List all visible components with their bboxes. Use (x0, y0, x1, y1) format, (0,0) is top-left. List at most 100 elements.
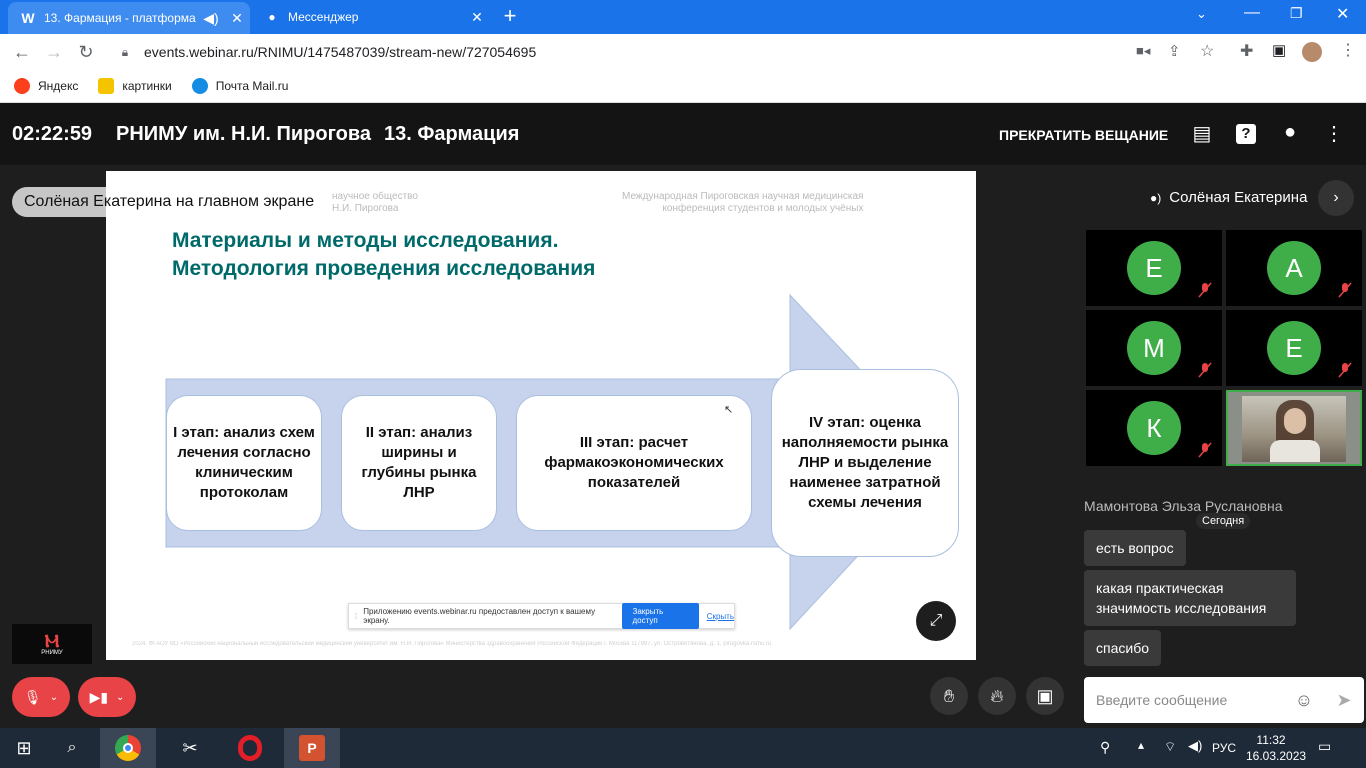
presentation-slide: научное общество Н.И. Пирогова Междунаро… (106, 171, 976, 660)
chat-message: есть вопрос (1084, 530, 1186, 566)
close-window-icon[interactable]: ✕ (1336, 4, 1349, 24)
presenter-icon: ●) (1150, 190, 1162, 205)
bookmarks-bar: Яндекс картинки Почта Mail.ru (0, 70, 1366, 103)
tab-title: Мессенджер (288, 10, 359, 24)
tab-messenger[interactable]: ● Мессенджер ✕ (252, 0, 490, 34)
bookmark-images[interactable]: картинки (98, 78, 172, 94)
tab-webinar[interactable]: W 13. Фармация - платформа ◀) ✕ (8, 2, 250, 34)
participants-icon[interactable]: ● (1276, 121, 1304, 149)
language-indicator[interactable]: РУС (1212, 741, 1236, 755)
powerpoint-logo-icon: P (299, 735, 325, 761)
layout-button[interactable]: ▣ (1026, 677, 1064, 715)
address-bar[interactable]: 🔒︎ events.webinar.ru/RNIMU/1475487039/st… (108, 38, 1162, 66)
hide-notice-link[interactable]: Скрыть (707, 612, 734, 621)
mic-off-icon (1198, 362, 1212, 378)
back-icon[interactable]: ← (6, 42, 38, 63)
tray-chevron-up-icon[interactable]: ▴ (1138, 738, 1144, 752)
windows-taskbar: ⊞ ⌕ ✂ P ⚲ ▴ ⌔ ◀) РУС 11:32 16.03.2023 ▭ (0, 728, 1366, 768)
drag-handle-icon[interactable]: ⁞ (355, 612, 357, 621)
avatar: Е (1127, 241, 1181, 295)
forward-icon[interactable]: → (38, 42, 70, 63)
powerpoint-icon[interactable]: P (284, 728, 340, 768)
search-icon[interactable]: ⌕ (48, 728, 96, 768)
participant-tile[interactable]: Е (1086, 230, 1222, 306)
logo-text: РНИМУ (41, 650, 63, 656)
chevron-down-icon: ⌄ (49, 691, 59, 703)
clock-date: 16.03.2023 (1246, 749, 1307, 763)
presenter-video-tile[interactable] (1226, 390, 1362, 466)
cursor-icon: ↖ (724, 404, 734, 416)
participant-tile[interactable]: Е (1226, 310, 1362, 386)
fullscreen-button[interactable]: ⤢ (916, 601, 956, 641)
bookmark-star-icon[interactable]: ☆ (1200, 41, 1214, 61)
participant-tile[interactable]: А (1226, 230, 1362, 306)
close-tab-icon[interactable]: ✕ (224, 10, 250, 27)
app-header: 02:22:59 РНИМУ им. Н.И. Пирогова 13. Фар… (0, 103, 1366, 165)
raise-hand-button[interactable]: ✋︎ (930, 677, 968, 715)
notifications-icon[interactable]: ▭ (1318, 738, 1331, 755)
speaker-mute-icon[interactable]: ◀) (198, 10, 224, 27)
broadcast-timer: 02:22:59 (12, 123, 93, 145)
browser-tab-bar: W 13. Фармация - платформа ◀) ✕ ● Мессен… (0, 0, 1366, 34)
participant-tile[interactable]: К (1086, 390, 1222, 466)
chat-date-badge: Сегодня (1196, 513, 1251, 529)
minimize-icon[interactable]: — (1244, 4, 1260, 22)
stop-broadcast-button[interactable]: ПРЕКРАТИТЬ ВЕЩАНИЕ (999, 127, 1168, 143)
tab-search-icon[interactable]: ⌄ (1196, 6, 1207, 22)
camera-toggle[interactable]: ▶▮ ⌄ (78, 677, 136, 717)
message-input[interactable]: Введите сообщение ☺ ➤ (1084, 677, 1364, 723)
camera-off-icon: ▶▮ (89, 688, 109, 705)
mic-off-icon (1198, 442, 1212, 458)
restore-icon[interactable]: ❐ (1290, 5, 1303, 22)
chrome-icon[interactable] (100, 728, 156, 768)
close-tab-icon[interactable]: ✕ (464, 9, 490, 26)
microphone-toggle[interactable]: 🎙︎ ⌄ (12, 677, 70, 717)
bookmark-label: Яндекс (38, 79, 79, 93)
camera-icon[interactable]: ■◂ (1136, 43, 1150, 59)
webinar-app: 02:22:59 РНИМУ им. Н.И. Пирогова 13. Фар… (0, 103, 1366, 728)
yandex-icon (14, 78, 30, 94)
send-icon[interactable]: ➤ (1324, 690, 1364, 711)
sidepanel-icon[interactable]: ▣ (1272, 41, 1286, 59)
bookmark-yandex[interactable]: Яндекс (14, 78, 78, 94)
chat-icon[interactable]: ▤ (1188, 121, 1216, 149)
logo-mark-icon: Ⲙ (44, 631, 60, 651)
extensions-icon[interactable]: ✚ (1240, 41, 1253, 61)
emoji-icon[interactable]: ☺ (1284, 690, 1324, 711)
wifi-icon[interactable]: ⌔ (1164, 739, 1176, 755)
mail-icon (191, 78, 208, 94)
new-tab-button[interactable]: + (498, 4, 522, 28)
reload-icon[interactable]: ↻ (70, 42, 102, 63)
avatar: Е (1267, 321, 1321, 375)
opera-icon[interactable] (222, 728, 278, 768)
snipping-tool-icon[interactable]: ✂ (162, 728, 218, 768)
avatar: М (1127, 321, 1181, 375)
people-icon[interactable]: ⚲ (1100, 739, 1110, 756)
avatar: К (1127, 401, 1181, 455)
profile-avatar[interactable] (1302, 42, 1322, 62)
message-placeholder: Введите сообщение (1096, 692, 1228, 708)
share-notice-text: Приложению events.webinar.ru предоставле… (363, 607, 596, 625)
menu-icon[interactable]: ⋮ (1340, 40, 1356, 60)
mic-off-icon (1338, 362, 1352, 378)
volume-icon[interactable]: ◀) (1188, 738, 1202, 754)
help-icon[interactable]: ? (1232, 121, 1260, 149)
messenger-favicon: ● (268, 10, 276, 24)
start-button[interactable]: ⊞ (0, 728, 48, 768)
expand-sidebar-button[interactable]: › (1318, 180, 1354, 216)
share-icon[interactable]: ⇪ (1168, 42, 1181, 60)
stage-1-box: I этап: анализ схем лечения согласно кли… (166, 395, 322, 531)
stop-sharing-button[interactable]: Закрыть доступ (622, 603, 699, 629)
images-icon (98, 78, 115, 94)
bookmark-mail[interactable]: Почта Mail.ru (191, 78, 288, 94)
reactions-button[interactable]: 🔥︎ (978, 677, 1016, 715)
more-options-icon[interactable]: ⋮ (1320, 121, 1348, 149)
mic-off-icon (1338, 282, 1352, 298)
chat-message: спасибо (1084, 630, 1161, 666)
chat-message: какая практическая значимость исследован… (1084, 570, 1296, 626)
presenter-name: Солёная Екатерина (1169, 189, 1308, 206)
bookmark-label: картинки (122, 79, 172, 93)
clock-time: 11:32 (1256, 733, 1286, 747)
clock[interactable]: 11:32 16.03.2023 (1246, 732, 1307, 764)
participant-tile[interactable]: М (1086, 310, 1222, 386)
